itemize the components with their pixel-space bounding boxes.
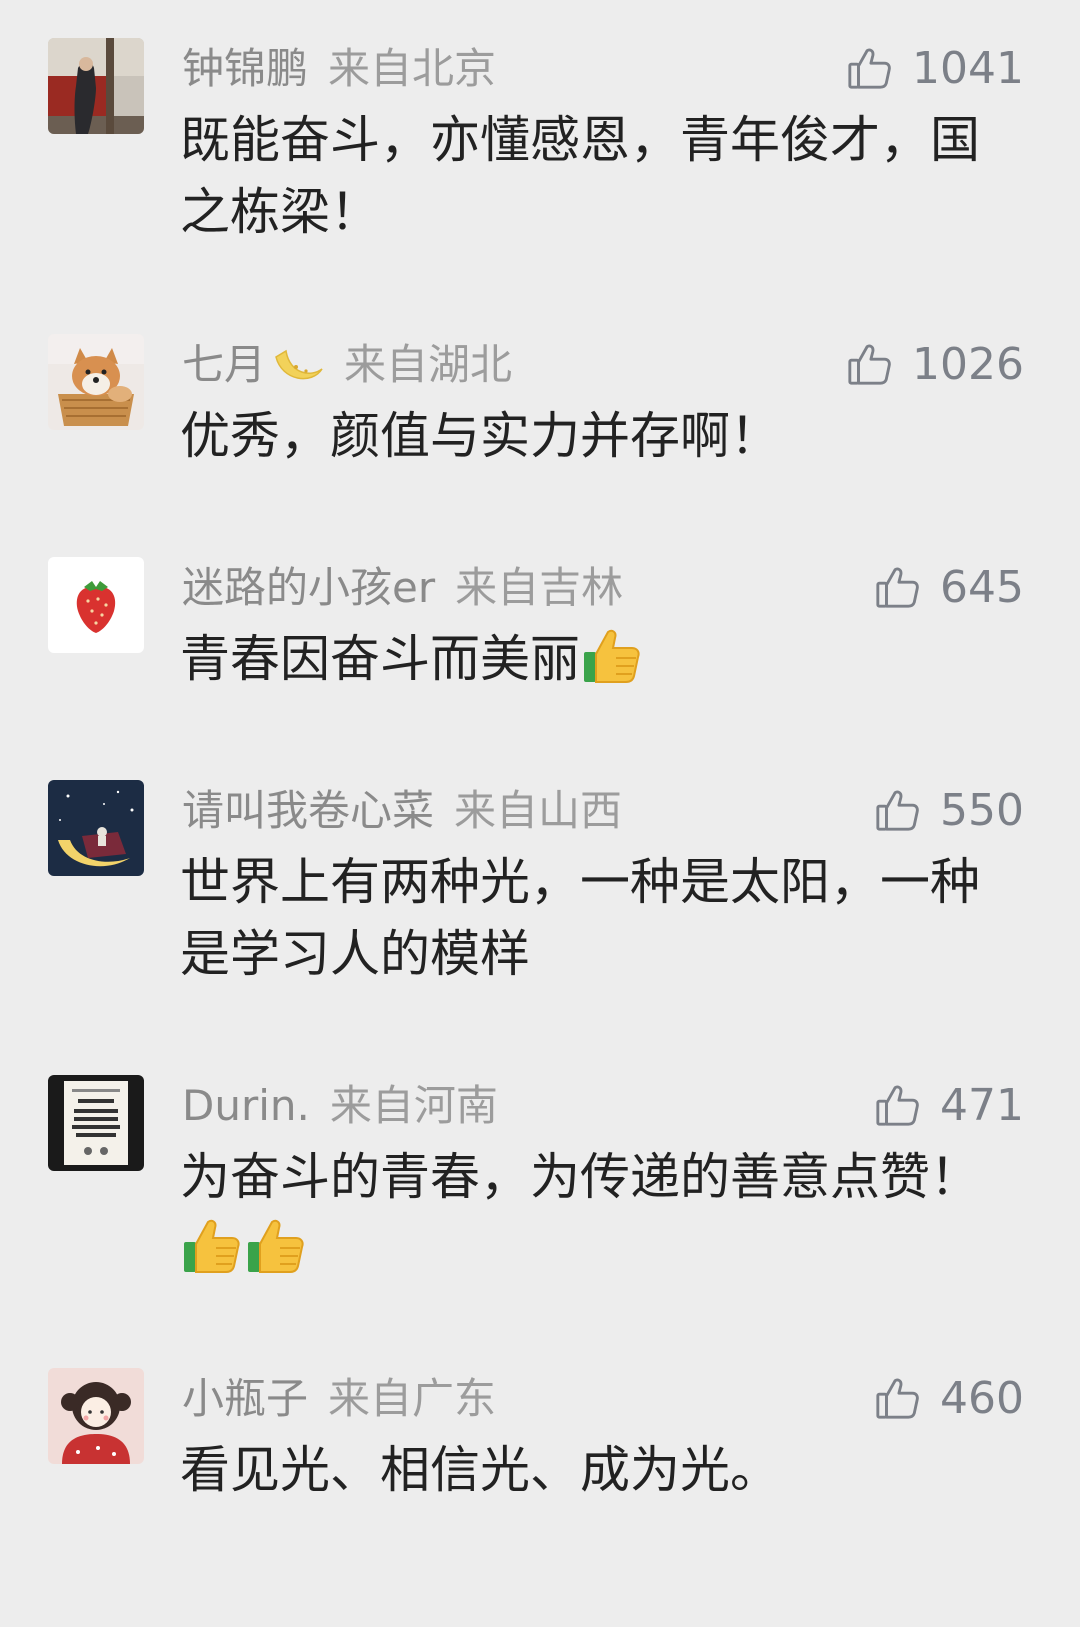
avatar[interactable] xyxy=(48,1075,144,1171)
avatar[interactable] xyxy=(48,38,144,134)
like-button[interactable]: 460 xyxy=(874,1372,1024,1426)
username[interactable]: 钟锦鹏 xyxy=(182,44,308,93)
avatar[interactable] xyxy=(48,1368,144,1464)
thumbs-up-emoji-icon xyxy=(580,624,644,707)
comment-meta: 小瓶子 来自广东 xyxy=(182,1372,496,1426)
portrait-photo-icon xyxy=(48,38,144,134)
username[interactable]: 七月 xyxy=(182,340,266,389)
poster-icon xyxy=(48,1075,144,1171)
like-button[interactable]: 1041 xyxy=(846,42,1024,96)
thumbs-up-icon xyxy=(846,45,892,104)
comment-meta: 迷路的小孩er 来自吉林 xyxy=(182,561,623,615)
like-count: 645 xyxy=(940,562,1024,613)
location: 来自河南 xyxy=(329,1081,498,1130)
thumbs-up-icon xyxy=(874,1082,920,1141)
avatar[interactable] xyxy=(48,780,144,876)
like-button[interactable]: 645 xyxy=(874,561,1024,615)
username[interactable]: 小瓶子 xyxy=(182,1374,308,1423)
like-button[interactable]: 471 xyxy=(874,1079,1024,1133)
comment-meta: 请叫我卷心菜 来自山西 xyxy=(182,784,622,838)
comment-text: 世界上有两种光，一种是太阳，一种是学习人的模样 xyxy=(180,853,980,983)
location: 来自湖北 xyxy=(344,340,513,389)
night-moon-illustration-icon xyxy=(48,780,144,876)
comment-meta: 钟锦鹏 来自北京 xyxy=(182,42,496,96)
location: 来自山西 xyxy=(454,786,623,835)
comment-text: 为奋斗的青春，为传递的善意点赞！ xyxy=(180,1148,980,1206)
location: 来自广东 xyxy=(328,1374,497,1423)
username[interactable]: 迷路的小孩er xyxy=(182,563,435,612)
like-count: 471 xyxy=(940,1080,1024,1131)
comment-meta: Durin. 来自河南 xyxy=(182,1079,498,1133)
like-count: 1041 xyxy=(912,43,1024,94)
thumbs-up-emoji-icon xyxy=(180,1214,244,1297)
thumbs-up-icon xyxy=(874,564,920,623)
comment-text: 看见光、相信光、成为光。 xyxy=(180,1441,780,1499)
moon-emoji-icon xyxy=(268,343,324,400)
username[interactable]: 请叫我卷心菜 xyxy=(182,786,434,835)
location: 来自北京 xyxy=(328,44,497,93)
like-count: 550 xyxy=(940,785,1024,836)
comment-meta: 七月 来自湖北 xyxy=(182,338,512,392)
like-count: 460 xyxy=(940,1373,1024,1424)
comment-text: 青春因奋斗而美丽 xyxy=(180,630,580,688)
like-count: 1026 xyxy=(912,339,1024,390)
thumbs-up-icon xyxy=(874,787,920,846)
thumbs-up-icon xyxy=(846,341,892,400)
thumbs-up-icon xyxy=(874,1375,920,1434)
like-button[interactable]: 1026 xyxy=(846,338,1024,392)
shiba-dog-photo-icon xyxy=(48,334,144,430)
avatar[interactable] xyxy=(48,334,144,430)
comment-text-wrap: 为奋斗的青春，为传递的善意点赞！ xyxy=(180,1141,1010,1297)
username[interactable]: Durin. xyxy=(182,1081,310,1130)
strawberry-icon xyxy=(48,557,144,653)
thumbs-up-emoji-icon xyxy=(244,1214,308,1297)
comment-text-wrap: 青春因奋斗而美丽 xyxy=(180,623,1010,707)
cartoon-girl-icon xyxy=(48,1368,144,1464)
location: 来自吉林 xyxy=(455,563,624,612)
comment-text: 既能奋斗，亦懂感恩，青年俊才，国之栋梁！ xyxy=(180,111,980,241)
like-button[interactable]: 550 xyxy=(874,784,1024,838)
avatar[interactable] xyxy=(48,557,144,653)
comment-text: 优秀，颜值与实力并存啊！ xyxy=(180,407,780,465)
